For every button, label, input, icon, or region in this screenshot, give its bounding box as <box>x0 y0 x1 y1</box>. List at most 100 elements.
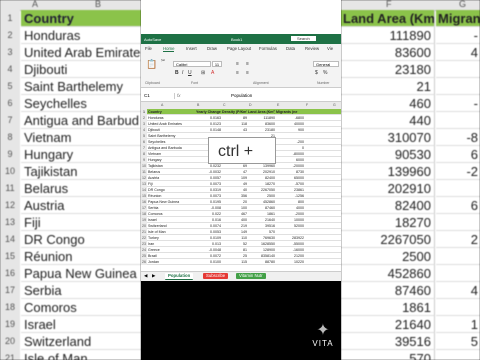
cell-country[interactable]: Réunion <box>148 194 195 198</box>
column-letter[interactable]: F <box>306 103 308 107</box>
cell-country[interactable]: Iran <box>148 242 195 246</box>
cell-m[interactable]: 8730 <box>276 170 304 174</box>
borders-icon[interactable]: ⊞ <box>201 70 205 76</box>
cell-d[interactable]: 115 <box>222 260 247 264</box>
cell-la[interactable]: 8358140 <box>248 254 275 258</box>
column-letter[interactable]: D <box>249 103 252 107</box>
cell-yc[interactable]: 0.0057 <box>196 176 221 180</box>
cell-yc[interactable]: 0.0319 <box>196 188 221 192</box>
cell-yc[interactable]: 0.0232 <box>196 164 221 168</box>
cell-la[interactable]: 1628550 <box>248 242 275 246</box>
cell-la[interactable]: 570 <box>248 230 275 234</box>
tab-file[interactable]: File <box>145 46 152 51</box>
cell-la[interactable]: 202910 <box>248 170 275 174</box>
sheet-tab-third[interactable]: Vitamin Nutr <box>236 273 266 279</box>
cell-la[interactable]: 87460 <box>248 206 275 210</box>
tab-review[interactable]: Review <box>305 46 319 51</box>
cell-la[interactable]: 39516 <box>248 224 275 228</box>
cell-yc[interactable]: -0.0048 <box>196 248 221 252</box>
currency-icon[interactable]: $ <box>315 70 318 76</box>
autosave-toggle[interactable]: AutoSave <box>144 37 161 42</box>
tab-data[interactable]: Data <box>286 46 295 51</box>
cell-yc[interactable]: 0.0100 <box>196 260 221 264</box>
cell-yc[interactable]: 0.0148 <box>196 128 221 132</box>
cell-d[interactable]: 25 <box>222 254 247 258</box>
cell-d[interactable]: 109 <box>222 176 247 180</box>
cell-d[interactable]: 110 <box>222 236 247 240</box>
cell-la[interactable]: 128900 <box>248 248 275 252</box>
cell-m[interactable]: 900 <box>276 128 304 132</box>
cell-yc[interactable]: -0.008 <box>196 206 221 210</box>
cell-la[interactable]: 111890 <box>248 116 275 120</box>
cell-la[interactable]: 88780 <box>248 260 275 264</box>
cell-d[interactable]: 400 <box>222 218 247 222</box>
cell-la[interactable]: 83600 <box>248 122 275 126</box>
tab-formulas[interactable]: Formulas <box>259 46 277 51</box>
cell-country[interactable]: Belarus <box>148 170 195 174</box>
table-row[interactable]: 26 Jordan 0.0100 115 88780 10220 <box>141 259 341 265</box>
cell-la[interactable]: 23180 <box>248 128 275 132</box>
column-letter[interactable]: C <box>223 103 226 107</box>
cell-country[interactable]: Greece <box>148 248 195 252</box>
cell-la[interactable]: 139960 <box>248 164 275 168</box>
cell-yc[interactable]: 0.013 <box>196 242 221 246</box>
cell-d[interactable]: 467 <box>222 212 247 216</box>
cell-country[interactable]: Hungary <box>148 158 195 162</box>
cut-icon[interactable]: ✂ <box>161 58 165 64</box>
cell-m[interactable]: 283922 <box>276 236 304 240</box>
cell-la[interactable]: 18270 <box>248 182 275 186</box>
column-letter[interactable]: A <box>161 103 163 107</box>
cell-country[interactable]: Antigua and Barbuda <box>148 146 195 150</box>
cell-m[interactable]: 6000 <box>276 158 304 162</box>
cell-d[interactable]: 81 <box>222 248 247 252</box>
cell-d[interactable]: 149 <box>222 230 247 234</box>
cell-d[interactable]: 69 <box>222 164 247 168</box>
number-format-select[interactable]: General <box>313 61 339 67</box>
cell-yc[interactable]: 0.016 <box>196 218 221 222</box>
tab-home[interactable]: Home <box>163 46 175 52</box>
tab-insert[interactable]: Insert <box>186 46 197 51</box>
cell-yc[interactable]: 0.0074 <box>196 224 221 228</box>
cell-la[interactable]: 2267050 <box>248 188 275 192</box>
cell-country[interactable]: Papua New Guinea <box>148 200 195 204</box>
cell-m[interactable]: -55000 <box>276 242 304 246</box>
cell-yc[interactable]: 0.022 <box>196 212 221 216</box>
name-box[interactable]: C1 <box>143 93 175 99</box>
tab-page-layout[interactable]: Page Layout <box>227 46 251 51</box>
cell-m[interactable]: 10000 <box>276 218 304 222</box>
cell-m[interactable]: -200 <box>276 140 304 144</box>
cell-d[interactable]: 219 <box>222 224 247 228</box>
cell-country[interactable]: Seychelles <box>148 140 195 144</box>
cell-m[interactable]: 800 <box>276 200 304 204</box>
fx-icon[interactable]: fx <box>177 93 181 99</box>
cell-d[interactable]: 43 <box>222 128 247 132</box>
cell-m[interactable]: -2000 <box>276 212 304 216</box>
cell-country[interactable]: Serbia <box>148 206 195 210</box>
cell-country[interactable]: Country <box>148 110 195 114</box>
cell-m[interactable]: Migrants (ne <box>276 110 304 114</box>
cell-d[interactable]: 20 <box>222 200 247 204</box>
column-letter[interactable]: G <box>333 103 336 107</box>
formula-input[interactable]: Population <box>231 93 252 99</box>
cell-d[interactable]: 47 <box>222 170 247 174</box>
column-letter[interactable]: B <box>197 103 199 107</box>
cell-la[interactable]: 2500 <box>248 194 275 198</box>
percent-icon[interactable]: % <box>323 70 327 76</box>
cell-yc[interactable]: 0.0053 <box>196 230 221 234</box>
prev-sheet-icon[interactable]: ◀ <box>144 273 147 279</box>
cell-m[interactable]: -16000 <box>276 248 304 252</box>
cell-country[interactable]: Vietnam <box>148 152 195 156</box>
cell-la[interactable]: 21640 <box>248 218 275 222</box>
align-middle-icon[interactable]: ≡ <box>246 61 249 67</box>
cell-yc[interactable]: 0.0073 <box>196 194 221 198</box>
cell-d[interactable]: Density (P/Km²) <box>222 110 247 114</box>
cell-m[interactable]: 23861 <box>276 188 304 192</box>
align-left-icon[interactable]: ≡ <box>236 70 239 76</box>
next-sheet-icon[interactable]: ▶ <box>152 273 155 279</box>
cell-d[interactable]: 52 <box>222 242 247 246</box>
cell-yc[interactable]: 0.0123 <box>196 122 221 126</box>
cell-la[interactable]: 1861 <box>248 212 275 216</box>
cell-yc[interactable]: -0.0032 <box>196 170 221 174</box>
cell-country[interactable]: DR Congo <box>148 188 195 192</box>
cell-d[interactable]: 40 <box>222 188 247 192</box>
